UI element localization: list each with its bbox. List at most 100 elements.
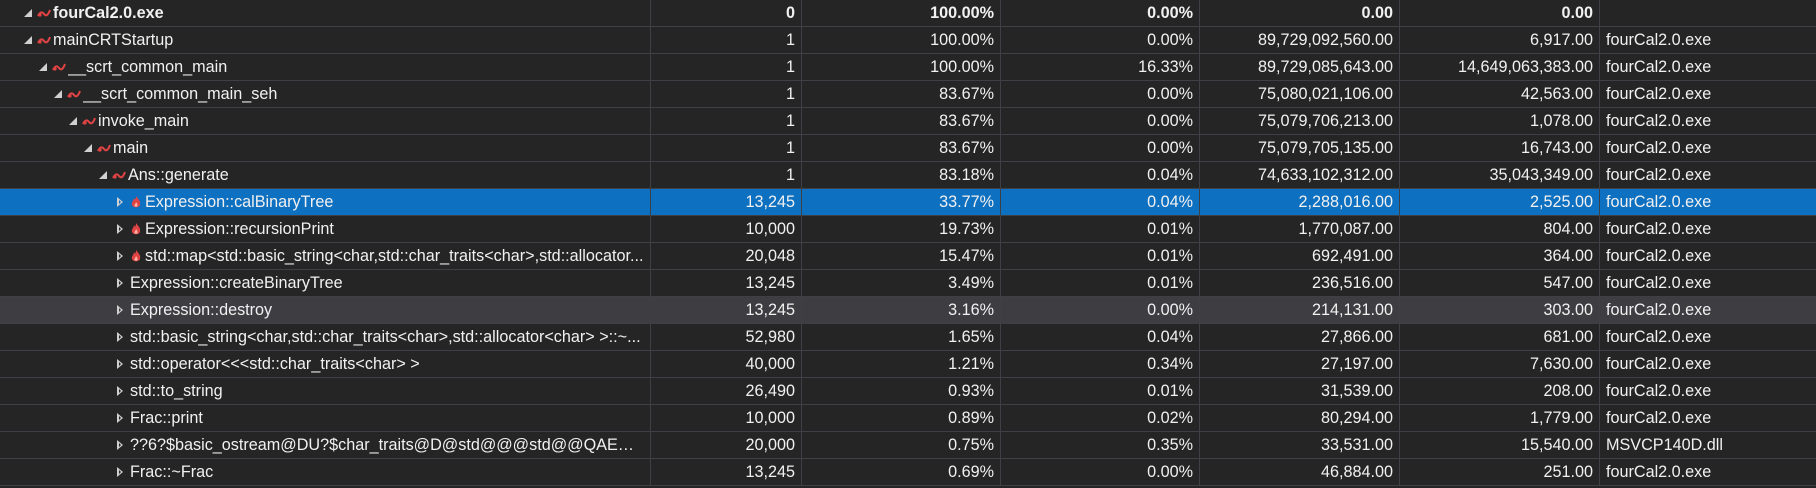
expand-arrow-icon[interactable] — [52, 87, 66, 101]
hotpath-arrow-icon — [37, 9, 51, 17]
module-cell: fourCal2.0.exe — [1606, 58, 1712, 76]
module-cell: fourCal2.0.exe — [1606, 220, 1712, 238]
inclusive-percent-cell: 3.16% — [802, 297, 1001, 323]
inclusive-value-cell: 31,539.00 — [1200, 378, 1400, 404]
call-tree-grid: fourCal2.0.exe 0 100.00% 0.00% 0.00 0.00… — [0, 0, 1816, 488]
function-name-cell: __scrt_common_main — [0, 54, 651, 80]
collapse-arrow-icon[interactable] — [114, 384, 128, 398]
function-name-cell: std::operator<<<std::char_traits<char> > — [0, 351, 651, 377]
call-tree-row[interactable]: std::basic_string<char,std::char_traits<… — [0, 324, 1816, 351]
module-cell: fourCal2.0.exe — [1606, 139, 1712, 157]
exclusive-percent-cell: 0.00% — [1001, 297, 1200, 323]
expand-arrow-icon[interactable] — [97, 168, 111, 182]
hot-flame-icon — [131, 223, 141, 235]
function-name-cell: fourCal2.0.exe — [0, 0, 651, 26]
expand-arrow-icon[interactable] — [22, 6, 36, 20]
exclusive-percent-cell: 0.00% — [1001, 108, 1200, 134]
calls-cell: 10,000 — [651, 216, 802, 242]
call-tree-row[interactable]: Expression::createBinaryTree 13,245 3.49… — [0, 270, 1816, 297]
collapse-arrow-icon[interactable] — [114, 330, 128, 344]
function-name-cell: main — [0, 135, 651, 161]
inclusive-value-cell: 75,079,705,135.00 — [1200, 135, 1400, 161]
function-name: Expression::createBinaryTree — [130, 274, 343, 292]
calls-cell: 1 — [651, 27, 802, 53]
call-tree-row[interactable]: ??6?$basic_ostream@DU?$char_traits@D@std… — [0, 432, 1816, 459]
collapse-arrow-icon[interactable] — [114, 438, 128, 452]
call-tree-row[interactable]: main 1 83.67% 0.00% 75,079,705,135.00 16… — [0, 135, 1816, 162]
function-name-cell: Expression::recursionPrint — [0, 216, 651, 242]
inclusive-value-cell: 46,884.00 — [1200, 459, 1400, 485]
module-cell: fourCal2.0.exe — [1606, 409, 1712, 427]
function-name-cell: __scrt_common_main_seh — [0, 81, 651, 107]
inclusive-value-cell: 74,633,102,312.00 — [1200, 162, 1400, 188]
inclusive-value-cell: 27,866.00 — [1200, 324, 1400, 350]
function-name: std::basic_string<char,std::char_traits<… — [130, 328, 641, 346]
calls-cell: 13,245 — [651, 270, 802, 296]
call-tree-row[interactable]: std::map<std::basic_string<char,std::cha… — [0, 243, 1816, 270]
collapse-arrow-icon[interactable] — [114, 249, 128, 263]
exclusive-percent-cell: 16.33% — [1001, 54, 1200, 80]
inclusive-value-cell: 0.00 — [1200, 0, 1400, 26]
calls-cell: 1 — [651, 162, 802, 188]
function-name-cell: Ans::generate — [0, 162, 651, 188]
call-tree-row-selected[interactable]: Expression::calBinaryTree 13,245 33.77% … — [0, 189, 1816, 216]
function-name-cell: ??6?$basic_ostream@DU?$char_traits@D@std… — [0, 432, 651, 458]
calls-cell: 13,245 — [651, 459, 802, 485]
exclusive-value-cell: 7,630.00 — [1400, 351, 1600, 377]
exclusive-percent-cell: 0.04% — [1001, 162, 1200, 188]
exclusive-percent-cell: 0.01% — [1001, 378, 1200, 404]
exclusive-value-cell: 6,917.00 — [1400, 27, 1600, 53]
call-tree-row[interactable]: std::operator<<<std::char_traits<char> >… — [0, 351, 1816, 378]
collapse-arrow-icon[interactable] — [114, 465, 128, 479]
collapse-arrow-icon[interactable] — [114, 195, 128, 209]
call-tree-row[interactable]: Frac::~Frac 13,245 0.69% 0.00% 46,884.00… — [0, 459, 1816, 486]
exclusive-value-cell: 15,540.00 — [1400, 432, 1600, 458]
function-name: Frac::~Frac — [130, 463, 214, 481]
expand-arrow-icon[interactable] — [37, 60, 51, 74]
expand-arrow-icon[interactable] — [22, 33, 36, 47]
inclusive-value-cell: 89,729,085,643.00 — [1200, 54, 1400, 80]
call-tree-row[interactable]: __scrt_common_main 1 100.00% 16.33% 89,7… — [0, 54, 1816, 81]
exclusive-value-cell: 0.00 — [1400, 0, 1600, 26]
exclusive-percent-cell: 0.01% — [1001, 216, 1200, 242]
calls-cell: 20,000 — [651, 432, 802, 458]
call-tree-row[interactable]: Expression::recursionPrint 10,000 19.73%… — [0, 216, 1816, 243]
exclusive-value-cell: 2,525.00 — [1400, 189, 1600, 215]
inclusive-percent-cell: 33.77% — [802, 189, 1001, 215]
inclusive-value-cell: 75,080,021,106.00 — [1200, 81, 1400, 107]
function-name-cell: Frac::print — [0, 405, 651, 431]
call-tree-row[interactable]: invoke_main 1 83.67% 0.00% 75,079,706,21… — [0, 108, 1816, 135]
call-tree-row[interactable]: Ans::generate 1 83.18% 0.04% 74,633,102,… — [0, 162, 1816, 189]
call-tree-row-hovered[interactable]: Expression::destroy 13,245 3.16% 0.00% 2… — [0, 297, 1816, 324]
hot-flame-icon — [131, 196, 141, 208]
call-tree-row[interactable]: std::to_string 26,490 0.93% 0.01% 31,539… — [0, 378, 1816, 405]
inclusive-percent-cell: 1.65% — [802, 324, 1001, 350]
collapse-arrow-icon[interactable] — [114, 276, 128, 290]
function-name-cell: Expression::destroy — [0, 297, 651, 323]
expand-arrow-icon[interactable] — [82, 141, 96, 155]
collapse-arrow-icon[interactable] — [114, 222, 128, 236]
exclusive-value-cell: 1,779.00 — [1400, 405, 1600, 431]
inclusive-percent-cell: 1.21% — [802, 351, 1001, 377]
inclusive-value-cell: 1,770,087.00 — [1200, 216, 1400, 242]
function-name: __scrt_common_main_seh — [83, 85, 278, 103]
calls-cell: 26,490 — [651, 378, 802, 404]
call-tree-row[interactable]: Frac::print 10,000 0.89% 0.02% 80,294.00… — [0, 405, 1816, 432]
inclusive-value-cell: 2,288,016.00 — [1200, 189, 1400, 215]
exclusive-percent-cell: 0.00% — [1001, 27, 1200, 53]
call-tree-row-root[interactable]: fourCal2.0.exe 0 100.00% 0.00% 0.00 0.00 — [0, 0, 1816, 27]
function-name-cell: invoke_main — [0, 108, 651, 134]
exclusive-percent-cell: 0.35% — [1001, 432, 1200, 458]
collapse-arrow-icon[interactable] — [114, 303, 128, 317]
expand-arrow-icon[interactable] — [67, 114, 81, 128]
exclusive-value-cell: 681.00 — [1400, 324, 1600, 350]
call-tree-row[interactable]: mainCRTStartup 1 100.00% 0.00% 89,729,09… — [0, 27, 1816, 54]
exclusive-value-cell: 14,649,063,383.00 — [1400, 54, 1600, 80]
module-cell: fourCal2.0.exe — [1606, 112, 1712, 130]
hotpath-arrow-icon — [82, 117, 96, 125]
collapse-arrow-icon[interactable] — [114, 357, 128, 371]
function-name-cell: std::to_string — [0, 378, 651, 404]
exclusive-value-cell: 547.00 — [1400, 270, 1600, 296]
call-tree-row[interactable]: __scrt_common_main_seh 1 83.67% 0.00% 75… — [0, 81, 1816, 108]
collapse-arrow-icon[interactable] — [114, 411, 128, 425]
